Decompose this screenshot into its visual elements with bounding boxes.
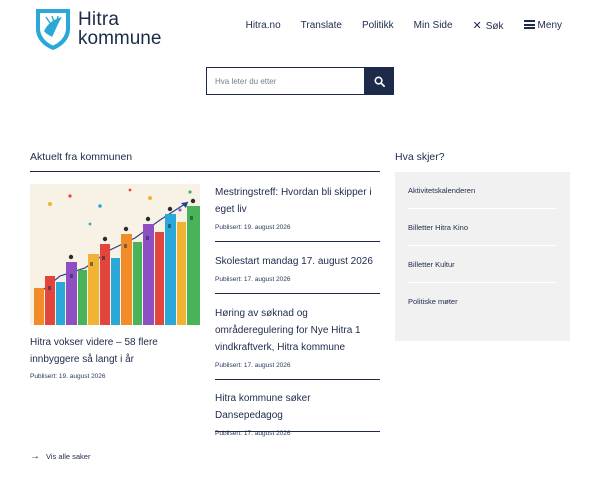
article-divider <box>215 293 380 294</box>
nav-link-min-side[interactable]: Min Side <box>414 20 453 31</box>
logo-text-kommune: kommune <box>78 28 162 49</box>
search-button[interactable] <box>364 67 394 95</box>
nav-link-hitra-no[interactable]: Hitra.no <box>246 20 281 31</box>
menu-button[interactable]: Meny <box>523 20 562 31</box>
article-divider <box>215 431 380 432</box>
article-divider <box>215 379 380 380</box>
menu-label: Meny <box>537 20 562 31</box>
featured-article-date: Publisert: 19. august 2026 <box>30 373 106 380</box>
hamburger-icon <box>523 20 535 29</box>
nav-link-politikk[interactable]: Politikk <box>362 20 394 31</box>
article-title[interactable]: Mestringstreff: Hvordan bli skipper i eg… <box>215 184 380 218</box>
article-title[interactable]: Skolestart mandag 17. august 2026 <box>215 253 380 270</box>
article-item: Mestringstreff: Hvordan bli skipper i eg… <box>215 184 380 231</box>
search-bar <box>206 67 394 95</box>
article-date: Publisert: 19. august 2026 <box>215 224 291 231</box>
top-navigation: Hitra.no Translate Politikk Min Side ✕ Sø… <box>246 19 562 32</box>
events-section-title: Hva skjer? <box>395 151 445 163</box>
logo[interactable]: Hitra kommune <box>34 6 164 52</box>
close-icon: ✕ <box>472 20 482 32</box>
see-all-label: Vis alle saker <box>46 452 91 461</box>
article-item: Høring av søknad og områderegulering for… <box>215 305 380 369</box>
article-title[interactable]: Hitra kommune søker Dansepedagog <box>215 390 380 424</box>
news-divider <box>30 171 380 172</box>
article-date: Publisert: 17. august 2026 <box>215 362 291 369</box>
featured-image[interactable] <box>30 184 200 325</box>
event-link-kino[interactable]: Billetter Hitra Kino <box>408 209 557 246</box>
nav-link-translate[interactable]: Translate <box>301 20 342 31</box>
events-panel: Aktivitetskalenderen Billetter Hitra Kin… <box>395 172 570 341</box>
article-title[interactable]: Høring av søknad og områderegulering for… <box>215 305 380 356</box>
featured-article-title[interactable]: Hitra vokser videre – 58 flere innbygger… <box>30 334 200 368</box>
see-all-link[interactable]: → Vis alle saker <box>30 451 90 462</box>
arrow-right-icon: → <box>30 451 40 462</box>
hitra-shield-icon <box>36 9 70 50</box>
event-link-kultur[interactable]: Billetter Kultur <box>408 246 557 283</box>
logo-text-hitra: Hitra <box>78 9 120 30</box>
search-input[interactable] <box>206 67 364 95</box>
event-link-politiske-moter[interactable]: Politiske møter <box>408 283 557 320</box>
search-toggle-label: Søk <box>485 21 504 32</box>
news-section-title: Aktuelt fra kommunen <box>30 151 133 163</box>
article-divider <box>215 241 380 242</box>
event-link-aktivitetskalenderen[interactable]: Aktivitetskalenderen <box>408 172 557 209</box>
search-icon <box>374 76 385 87</box>
article-item: Hitra kommune søker Dansepedagog Publise… <box>215 390 380 437</box>
search-toggle-button[interactable]: ✕ Søk <box>473 19 504 32</box>
article-item: Skolestart mandag 17. august 2026 Publis… <box>215 253 380 283</box>
article-date: Publisert: 17. august 2026 <box>215 276 291 283</box>
